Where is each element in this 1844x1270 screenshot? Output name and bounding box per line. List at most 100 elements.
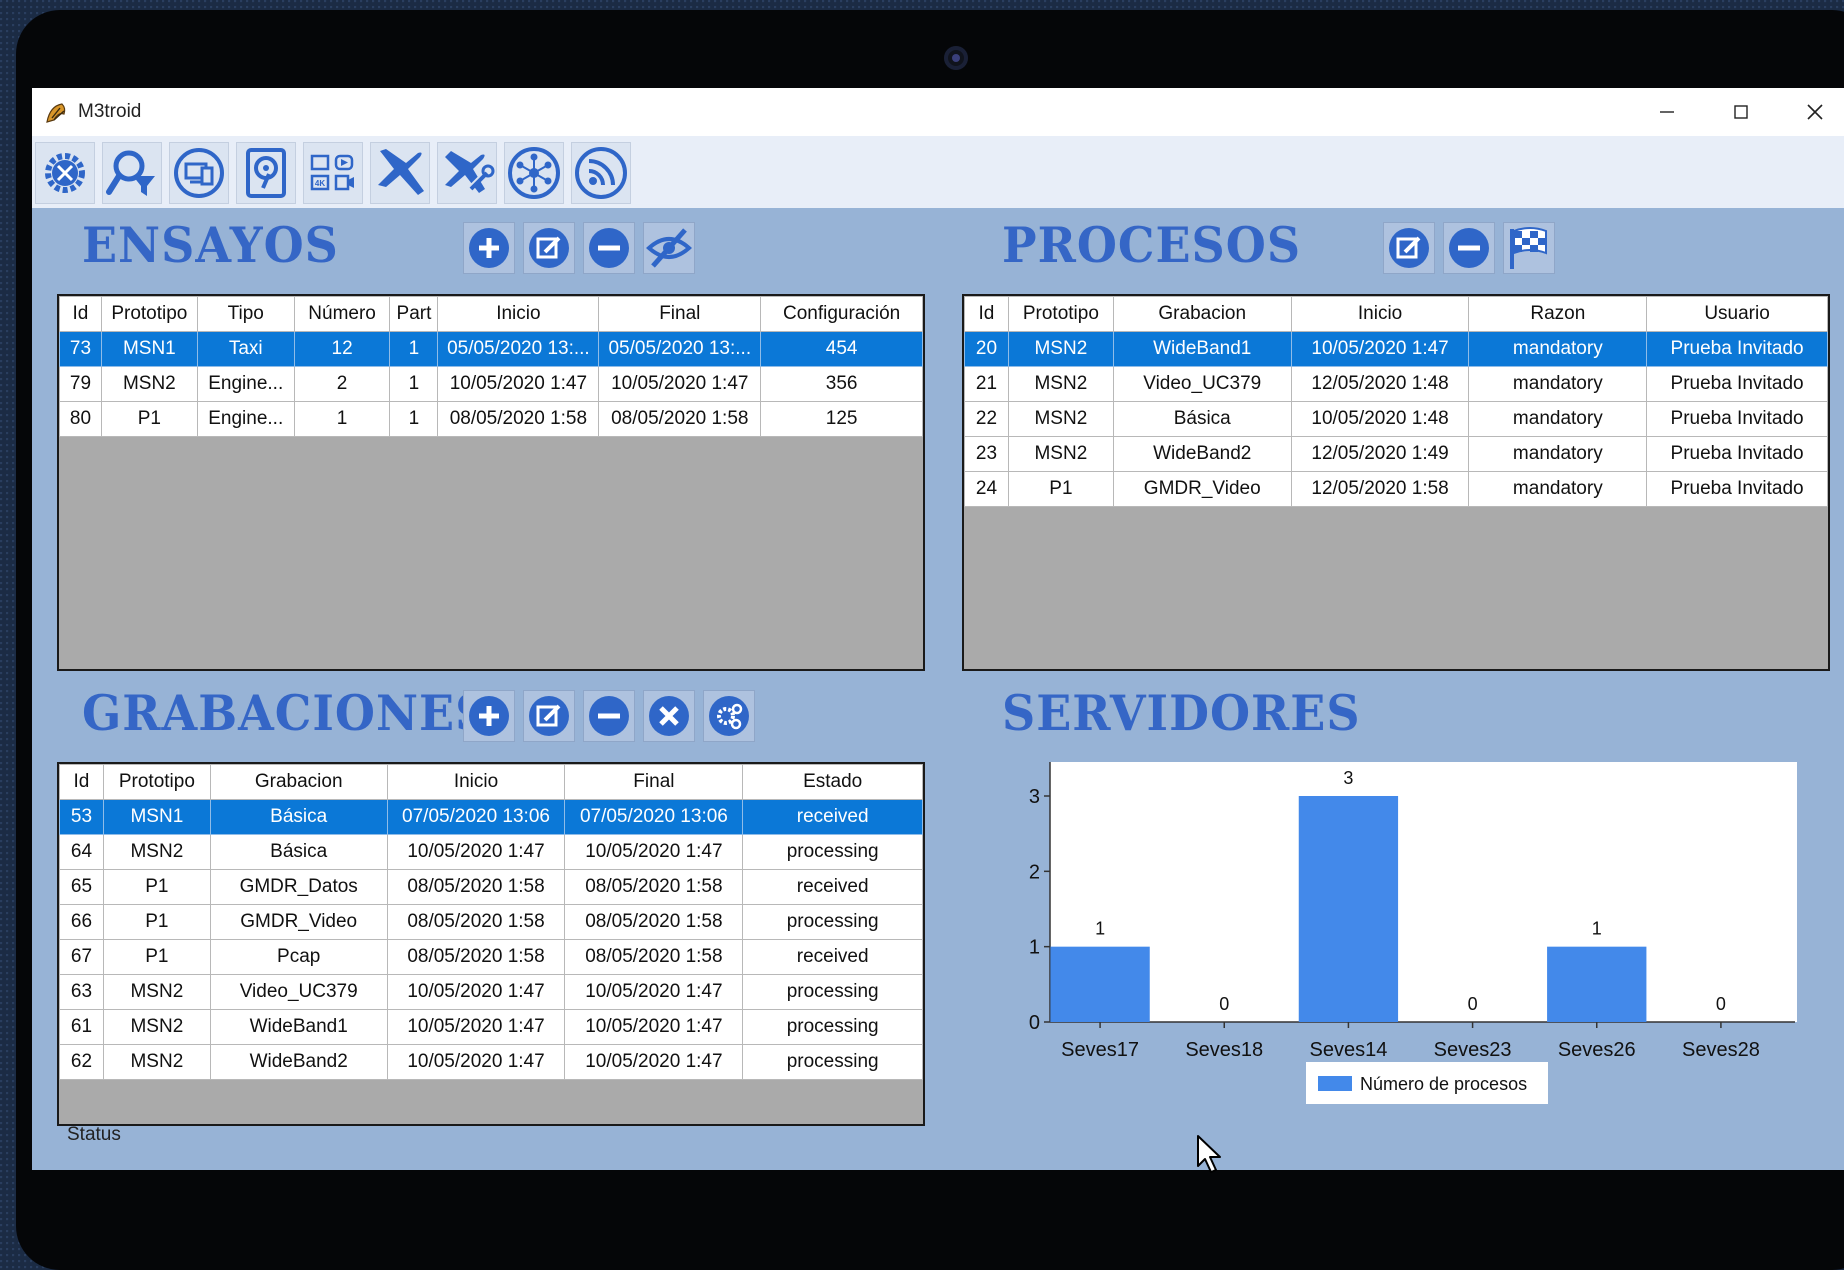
grabaciones-cell[interactable]: 10/05/2020 1:47 bbox=[386, 834, 566, 870]
procesos-cell[interactable]: 20 bbox=[964, 331, 1009, 367]
procesos-table-row[interactable]: 22 MSN2 Básica 10/05/2020 1:48 mandatory Prue… bbox=[964, 401, 1828, 437]
procesos-cell[interactable]: mandatory bbox=[1468, 436, 1648, 472]
grabaciones-cell[interactable]: P1 bbox=[102, 904, 211, 940]
procesos-cell[interactable]: 10/05/2020 1:48 bbox=[1290, 401, 1470, 437]
close-button[interactable] bbox=[1778, 88, 1844, 136]
grabaciones-cell[interactable]: MSN2 bbox=[102, 1044, 211, 1080]
toolbar-settings-button[interactable] bbox=[35, 142, 95, 204]
ensayos-column-header[interactable]: Tipo bbox=[196, 296, 295, 332]
ensayos-cell[interactable]: Engine... bbox=[196, 401, 295, 437]
grabaciones-cell[interactable]: 10/05/2020 1:47 bbox=[386, 1009, 566, 1045]
procesos-edit-button[interactable] bbox=[1383, 222, 1435, 274]
grabaciones-cell[interactable]: 08/05/2020 1:58 bbox=[386, 904, 566, 940]
ensayos-cell[interactable]: 10/05/2020 1:47 bbox=[437, 366, 600, 402]
procesos-cell[interactable]: 12/05/2020 1:58 bbox=[1290, 471, 1470, 507]
grabaciones-process-button[interactable] bbox=[703, 690, 755, 742]
grabaciones-cell[interactable]: Básica bbox=[209, 799, 388, 835]
grabaciones-cell[interactable]: processing bbox=[742, 974, 923, 1010]
procesos-cell[interactable]: 10/05/2020 1:47 bbox=[1290, 331, 1470, 367]
ensayos-cell[interactable]: 125 bbox=[760, 401, 923, 437]
procesos-cell[interactable]: MSN2 bbox=[1007, 331, 1114, 367]
grabaciones-table-row[interactable]: 61 MSN2 WideBand1 10/05/2020 1:47 10/05/2020… bbox=[59, 1009, 923, 1045]
grabaciones-cell[interactable]: received bbox=[742, 799, 923, 835]
procesos-cell[interactable]: 21 bbox=[964, 366, 1009, 402]
procesos-cell[interactable]: mandatory bbox=[1468, 366, 1648, 402]
grabaciones-cell[interactable]: 08/05/2020 1:58 bbox=[564, 869, 744, 905]
ensayos-add-button[interactable] bbox=[463, 222, 515, 274]
grabaciones-cell[interactable]: MSN2 bbox=[102, 974, 211, 1010]
grabaciones-table-row[interactable]: 53 MSN1 Básica 07/05/2020 13:06 07/05/2020 1… bbox=[59, 799, 923, 835]
grabaciones-cell[interactable]: 10/05/2020 1:47 bbox=[386, 1044, 566, 1080]
toolbar-media-button[interactable]: 4K bbox=[303, 142, 363, 204]
grabaciones-cell[interactable]: 10/05/2020 1:47 bbox=[564, 1044, 744, 1080]
grabaciones-cancel-button[interactable] bbox=[643, 690, 695, 742]
grabaciones-column-header[interactable]: Final bbox=[564, 764, 744, 800]
procesos-cell[interactable]: Básica bbox=[1112, 401, 1292, 437]
grabaciones-cell[interactable]: 63 bbox=[59, 974, 104, 1010]
procesos-cell[interactable]: MSN2 bbox=[1007, 401, 1114, 437]
grabaciones-remove-button[interactable] bbox=[583, 690, 635, 742]
ensayos-cell[interactable]: 05/05/2020 13:... bbox=[437, 331, 600, 367]
procesos-cell[interactable]: 12/05/2020 1:49 bbox=[1290, 436, 1470, 472]
ensayos-edit-button[interactable] bbox=[523, 222, 575, 274]
grabaciones-cell[interactable]: 10/05/2020 1:47 bbox=[564, 834, 744, 870]
ensayos-cell[interactable]: 80 bbox=[59, 401, 102, 437]
grabaciones-cell[interactable]: processing bbox=[742, 904, 923, 940]
toolbar-network-button[interactable] bbox=[504, 142, 564, 204]
grabaciones-cell[interactable]: MSN1 bbox=[102, 799, 211, 835]
grabaciones-add-button[interactable] bbox=[463, 690, 515, 742]
procesos-cell[interactable]: WideBand2 bbox=[1112, 436, 1292, 472]
procesos-cell[interactable]: Prueba Invitado bbox=[1646, 436, 1828, 472]
procesos-grid[interactable]: Id Prototipo Grabacion Inicio Razon Usuario 2… bbox=[962, 294, 1830, 671]
ensayos-column-header[interactable]: Inicio bbox=[437, 296, 600, 332]
grabaciones-cell[interactable]: 07/05/2020 13:06 bbox=[564, 799, 744, 835]
grabaciones-cell[interactable]: MSN2 bbox=[102, 1009, 211, 1045]
grabaciones-column-header[interactable]: Grabacion bbox=[209, 764, 388, 800]
grabaciones-cell[interactable]: 07/05/2020 13:06 bbox=[386, 799, 566, 835]
grabaciones-cell[interactable]: GMDR_Datos bbox=[209, 869, 388, 905]
grabaciones-cell[interactable]: processing bbox=[742, 834, 923, 870]
ensayos-cell[interactable]: 73 bbox=[59, 331, 102, 367]
procesos-cell[interactable]: Prueba Invitado bbox=[1646, 471, 1828, 507]
ensayos-cell[interactable]: 10/05/2020 1:47 bbox=[598, 366, 762, 402]
procesos-cell[interactable]: Video_UC379 bbox=[1112, 366, 1292, 402]
toolbar-hard-drive-button[interactable] bbox=[236, 142, 296, 204]
grabaciones-cell[interactable]: 08/05/2020 1:58 bbox=[386, 869, 566, 905]
ensayos-cell[interactable]: 1 bbox=[389, 366, 439, 402]
ensayos-cell[interactable]: 1 bbox=[389, 331, 439, 367]
ensayos-cell[interactable]: 05/05/2020 13:... bbox=[598, 331, 762, 367]
grabaciones-cell[interactable]: 10/05/2020 1:47 bbox=[564, 974, 744, 1010]
procesos-cell[interactable]: GMDR_Video bbox=[1112, 471, 1292, 507]
procesos-cell[interactable]: 12/05/2020 1:48 bbox=[1290, 366, 1470, 402]
procesos-cell[interactable]: MSN2 bbox=[1007, 366, 1114, 402]
procesos-column-header[interactable]: Prototipo bbox=[1007, 296, 1114, 332]
toolbar-maintenance-button[interactable] bbox=[437, 142, 497, 204]
ensayos-column-header[interactable]: Número bbox=[293, 296, 391, 332]
ensayos-cell[interactable]: 79 bbox=[59, 366, 102, 402]
toolbar-devices-button[interactable] bbox=[169, 142, 229, 204]
grabaciones-cell[interactable]: received bbox=[742, 869, 923, 905]
ensayos-cell[interactable]: MSN2 bbox=[100, 366, 198, 402]
procesos-table-row[interactable]: 20 MSN2 WideBand1 10/05/2020 1:47 mandatory P… bbox=[964, 331, 1828, 367]
grabaciones-column-header[interactable]: Estado bbox=[742, 764, 923, 800]
ensayos-cell[interactable]: 1 bbox=[389, 401, 439, 437]
grabaciones-cell[interactable]: 53 bbox=[59, 799, 104, 835]
grabaciones-cell[interactable]: 64 bbox=[59, 834, 104, 870]
ensayos-cell[interactable]: MSN1 bbox=[100, 331, 198, 367]
ensayos-table-row[interactable]: 73 MSN1 Taxi 12 1 05/05/2020 13:... 05/05/2020… bbox=[59, 331, 923, 367]
ensayos-column-header[interactable]: Part bbox=[389, 296, 439, 332]
procesos-remove-button[interactable] bbox=[1443, 222, 1495, 274]
procesos-cell[interactable]: P1 bbox=[1007, 471, 1114, 507]
grabaciones-table-row[interactable]: 64 MSN2 Básica 10/05/2020 1:47 10/05/2020 1:… bbox=[59, 834, 923, 870]
toolbar-search-filter-button[interactable] bbox=[102, 142, 162, 204]
grabaciones-cell[interactable]: 65 bbox=[59, 869, 104, 905]
procesos-cell[interactable]: mandatory bbox=[1468, 471, 1648, 507]
grabaciones-table-row[interactable]: 63 MSN2 Video_UC379 10/05/2020 1:47 10/05/20… bbox=[59, 974, 923, 1010]
procesos-cell[interactable]: Prueba Invitado bbox=[1646, 331, 1828, 367]
grabaciones-cell[interactable]: 62 bbox=[59, 1044, 104, 1080]
procesos-column-header[interactable]: Id bbox=[964, 296, 1009, 332]
grabaciones-grid[interactable]: Id Prototipo Grabacion Inicio Final Estado 53… bbox=[57, 762, 925, 1126]
procesos-cell[interactable]: 24 bbox=[964, 471, 1009, 507]
maximize-button[interactable] bbox=[1704, 88, 1778, 136]
ensayos-table-row[interactable]: 79 MSN2 Engine... 2 1 10/05/2020 1:47 10/05/20… bbox=[59, 366, 923, 402]
